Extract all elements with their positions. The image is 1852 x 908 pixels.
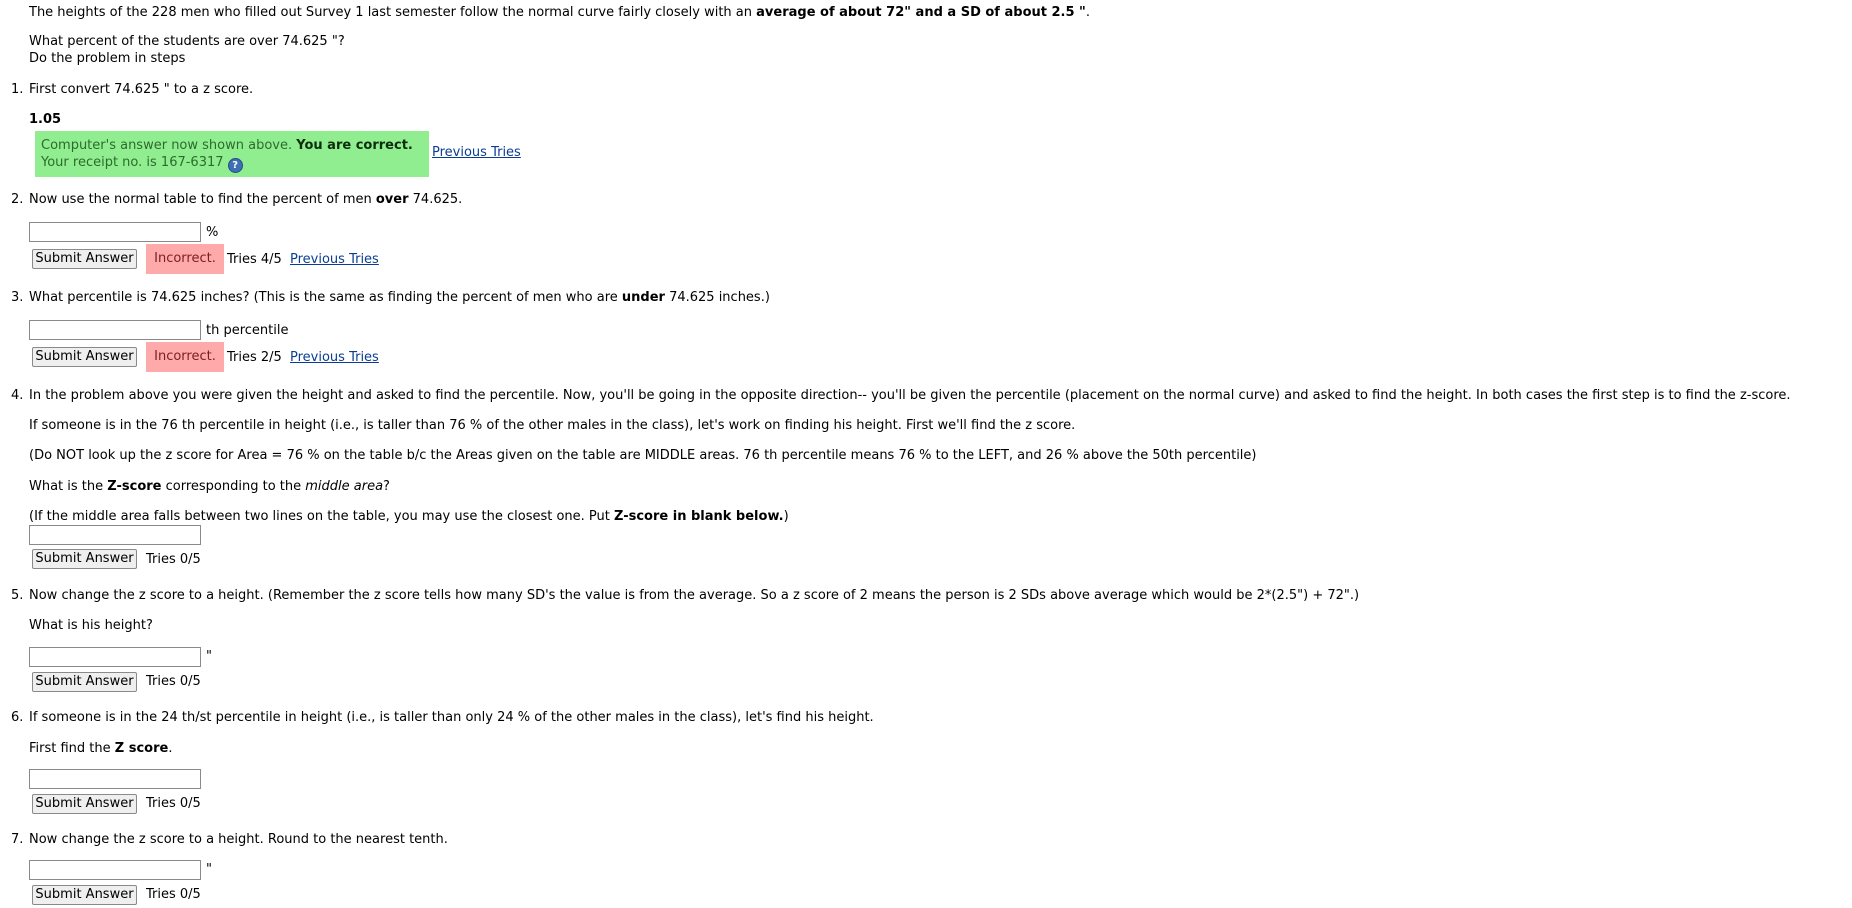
step-6-zscore-bold: Z score: [114, 741, 169, 756]
step-4-para-4: What is the Z-score corresponding to the…: [29, 479, 390, 494]
step-6-tries: Tries 0/5: [146, 796, 201, 811]
step-1-text: First convert 74.625 " to a z score.: [29, 82, 254, 97]
step-6-para-2-part: First find the: [29, 741, 115, 756]
feedback-correct-text: You are correct.: [296, 138, 413, 153]
step-4-para-5-bold: Z-score in blank below.: [614, 509, 784, 524]
step-4-para-4-mid: corresponding to the: [161, 479, 306, 494]
step-4-para-2: If someone is in the 76 th percentile in…: [29, 418, 1076, 433]
step-3-bold-text: under: [621, 290, 665, 305]
step-4-para-5: (If the middle area falls between two li…: [29, 509, 789, 524]
step-6-para-2-end: .: [168, 741, 173, 756]
step-2-text-part: Now use the normal table to find the per…: [29, 192, 376, 207]
feedback-text: Computer's answer now shown above.: [41, 138, 297, 153]
question-line-2: Do the problem in steps: [29, 51, 186, 66]
correct-feedback-box: Computer's answer now shown above. You a…: [35, 131, 429, 177]
step-5-answer-input[interactable]: [29, 647, 201, 667]
receipt-text: Your receipt no. is 167-6317: [41, 155, 224, 170]
step-4-para-5-part: (If the middle area falls between two li…: [29, 509, 615, 524]
step-2-incorrect-badge: Incorrect.: [146, 244, 224, 274]
step-6-para-2: First find the Z score.: [29, 741, 172, 756]
step-1-previous-tries-link[interactable]: Previous Tries: [432, 145, 521, 160]
step-4-para-4-end: ?: [383, 479, 390, 494]
step-3-submit-button[interactable]: Submit Answer: [32, 347, 137, 367]
step-5-number: 5.: [11, 588, 24, 603]
question-line-1: What percent of the students are over 74…: [29, 34, 345, 49]
correct-feedback-line: Computer's answer now shown above. You a…: [41, 137, 423, 154]
step-3-number: 3.: [11, 290, 24, 305]
step-6-submit-button[interactable]: Submit Answer: [32, 794, 137, 814]
step-3-text: What percentile is 74.625 inches? (This …: [29, 290, 770, 305]
step-7-answer-input[interactable]: [29, 860, 201, 880]
step-1-number: 1.: [11, 82, 24, 97]
step-2-unit: %: [206, 225, 219, 240]
step-5-submit-button[interactable]: Submit Answer: [32, 672, 137, 692]
step-6-answer-input[interactable]: [29, 769, 201, 789]
intro-text-part: The heights of the 228 men who filled ou…: [29, 5, 757, 20]
step-3-incorrect-badge: Incorrect.: [146, 342, 224, 372]
step-2-submit-button[interactable]: Submit Answer: [32, 249, 137, 269]
step-3-text-part: What percentile is 74.625 inches? (This …: [29, 290, 622, 305]
step-7-number: 7.: [11, 832, 24, 847]
step-4-para-5-end: ): [783, 509, 789, 524]
receipt-line: Your receipt no. is 167-6317 ?: [41, 154, 423, 173]
step-7-unit: ": [206, 862, 212, 877]
step-2-number: 2.: [11, 192, 24, 207]
step-2-answer-input[interactable]: [29, 222, 201, 242]
step-4-tries: Tries 0/5: [146, 552, 201, 567]
step-5-text: Now change the z score to a height. (Rem…: [29, 588, 1360, 603]
help-icon[interactable]: ?: [227, 158, 243, 173]
step-7-tries: Tries 0/5: [146, 887, 201, 902]
step-2-bold-text: over: [375, 192, 409, 207]
step-3-text-end: 74.625 inches.): [664, 290, 770, 305]
step-4-number: 4.: [11, 388, 24, 403]
step-4-middle-area-italic: middle area: [305, 479, 384, 494]
intro-text-end: .: [1085, 5, 1090, 20]
step-4-answer-input[interactable]: [29, 525, 201, 545]
step-4-submit-button[interactable]: Submit Answer: [32, 549, 137, 569]
step-2-previous-tries-link[interactable]: Previous Tries: [290, 252, 379, 267]
step-5-unit: ": [206, 649, 212, 664]
step-4-zscore-bold: Z-score: [107, 479, 162, 494]
step-4-para-3: (Do NOT look up the z score for Area = 7…: [29, 448, 1257, 463]
step-4-para-4-part: What is the: [29, 479, 108, 494]
step-3-unit: th percentile: [206, 323, 289, 338]
step-7-submit-button[interactable]: Submit Answer: [32, 885, 137, 905]
step-7-text: Now change the z score to a height. Roun…: [29, 832, 448, 847]
step-6-text: If someone is in the 24 th/st percentile…: [29, 710, 874, 725]
step-2-text: Now use the normal table to find the per…: [29, 192, 462, 207]
step-5-para-2: What is his height?: [29, 618, 153, 633]
step-3-tries: Tries 2/5: [227, 350, 282, 365]
step-3-answer-input[interactable]: [29, 320, 201, 340]
step-4-text: In the problem above you were given the …: [29, 388, 1791, 403]
step-1-answer: 1.05: [29, 112, 62, 127]
step-2-tries: Tries 4/5: [227, 252, 282, 267]
step-2-text-end: 74.625.: [408, 192, 463, 207]
step-6-number: 6.: [11, 710, 24, 725]
intro-bold-text: average of about 72" and a SD of about 2…: [756, 5, 1086, 20]
step-3-previous-tries-link[interactable]: Previous Tries: [290, 350, 379, 365]
step-5-tries: Tries 0/5: [146, 674, 201, 689]
intro-text: The heights of the 228 men who filled ou…: [29, 5, 1090, 20]
